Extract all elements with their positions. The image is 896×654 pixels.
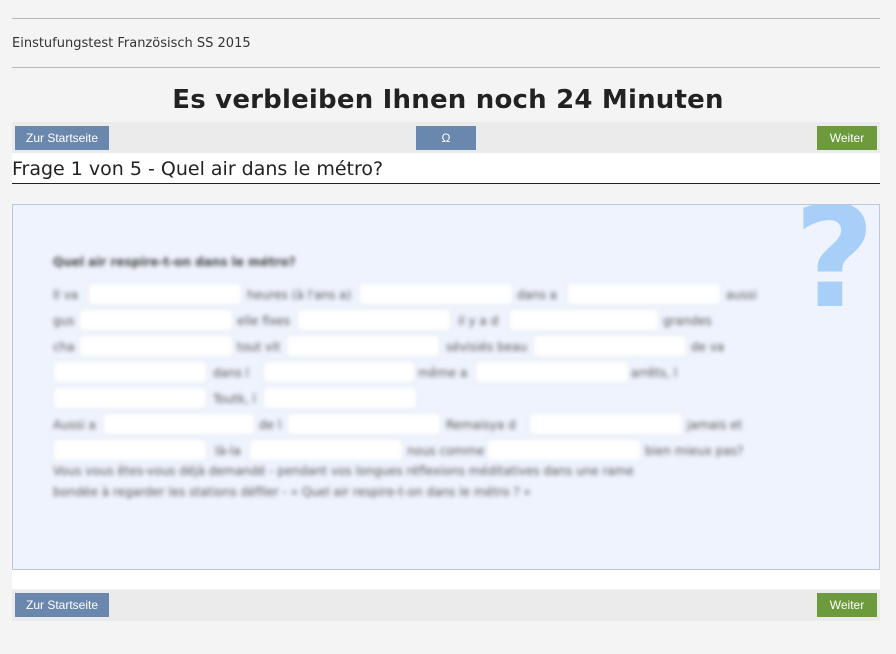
question-heading: Frage 1 von 5 - Quel air dans le métro? — [12, 158, 384, 180]
cloze-word: il y a d — [458, 314, 499, 328]
start-page-button-bottom[interactable]: Zur Startseite — [15, 593, 109, 617]
title-divider — [12, 67, 880, 68]
next-button[interactable]: Weiter — [817, 126, 877, 150]
cloze-input[interactable] — [533, 335, 687, 357]
cloze-word: sévisiés beau — [446, 340, 528, 354]
bottom-toolbar: Zur Startseite Weiter — [12, 590, 880, 621]
timer-heading: Es verbleiben Ihnen noch 24 Minuten — [172, 85, 724, 115]
next-button-bottom[interactable]: Weiter — [817, 593, 877, 617]
top-toolbar: Zur Startseite Ω Weiter — [12, 122, 880, 153]
cloze-input[interactable] — [287, 413, 441, 435]
special-characters-button[interactable]: Ω — [416, 126, 476, 150]
cloze-word: grandes — [663, 314, 712, 328]
cloze-word: heures (à l'ans a) — [247, 288, 352, 302]
start-page-button[interactable]: Zur Startseite — [15, 126, 109, 150]
closing-text-line-1: Vous vous êtes-vous déjà demandé - penda… — [53, 464, 634, 478]
closing-text-line-2: bondée à regarder les stations défiler -… — [53, 485, 531, 499]
cloze-input[interactable] — [286, 335, 440, 357]
cloze-input[interactable] — [475, 361, 629, 383]
cloze-input[interactable] — [297, 309, 451, 331]
blurred-cloze-text: Quel air respire-t-on dans le métro? Il … — [13, 205, 879, 569]
cloze-word: nous comme — [407, 444, 485, 458]
cloze-word: bien mieux pas? — [645, 444, 744, 458]
cloze-input[interactable] — [567, 283, 721, 305]
cloze-input[interactable] — [53, 439, 207, 461]
test-title: Einstufungstest Französisch SS 2015 — [12, 36, 251, 51]
cloze-input[interactable] — [88, 283, 242, 305]
cloze-word: aussi — [726, 288, 757, 302]
cloze-word: cha — [53, 340, 75, 354]
cloze-input[interactable] — [529, 413, 683, 435]
top-divider — [12, 18, 880, 19]
cloze-input[interactable] — [359, 283, 513, 305]
cloze-word: Il va — [53, 288, 79, 302]
cloze-input[interactable] — [79, 309, 233, 331]
cloze-input[interactable] — [249, 439, 403, 461]
panel-footer-spacer — [12, 570, 880, 589]
cloze-word: arrêts, l — [631, 366, 678, 380]
cloze-word: même a — [418, 366, 468, 380]
question-prompt: Quel air respire-t-on dans le métro? — [53, 255, 296, 269]
cloze-input[interactable] — [263, 361, 415, 383]
cloze-word: dans a — [517, 288, 557, 302]
cloze-input[interactable] — [103, 413, 255, 435]
question-panel: ? Quel air respire-t-on dans le métro? I… — [12, 204, 880, 570]
cloze-word: Remaisya d — [446, 418, 516, 432]
cloze-word: tout vit — [237, 340, 281, 354]
cloze-input[interactable] — [53, 361, 207, 383]
cloze-input[interactable] — [509, 309, 659, 331]
cloze-word: dans l — [213, 366, 249, 380]
cloze-input[interactable] — [263, 387, 417, 409]
cloze-word: là-la — [215, 444, 241, 458]
cloze-word: gus — [53, 314, 75, 328]
cloze-word: Toutk, l — [213, 392, 256, 406]
cloze-input[interactable] — [53, 387, 207, 409]
cloze-word: de va — [691, 340, 725, 354]
cloze-word: Aussi a — [53, 418, 96, 432]
cloze-input[interactable] — [79, 335, 233, 357]
cloze-word: jamais et — [687, 418, 743, 432]
cloze-input[interactable] — [487, 439, 641, 461]
cloze-word: elle fixes — [237, 314, 291, 328]
question-heading-bar: Frage 1 von 5 - Quel air dans le métro? — [12, 153, 880, 184]
cloze-word: de l — [259, 418, 282, 432]
